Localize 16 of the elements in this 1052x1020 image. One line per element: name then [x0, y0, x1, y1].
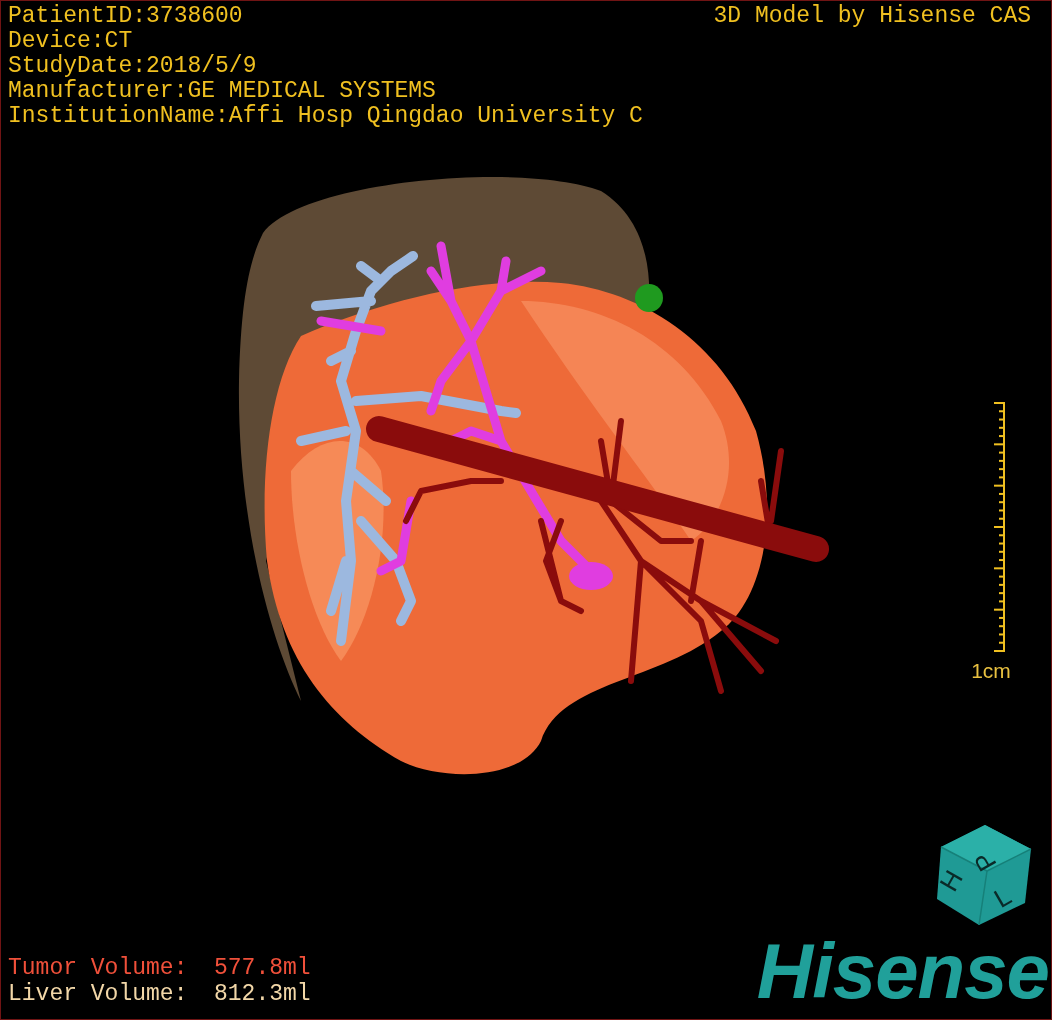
patient-info-line: Device:CT: [8, 29, 134, 54]
patient-info-line: PatientID:3738600: [8, 4, 244, 29]
cube-face-label: L: [988, 880, 1017, 914]
volume-label: Tumor Volume:: [8, 955, 189, 981]
patient-info-line: InstitutionName:Affi Hosp Qingdao University C: [8, 104, 643, 129]
scale-label: 1cm: [971, 659, 1011, 683]
cube-face-label: P: [967, 846, 1003, 877]
patient-info-line: StudyDate:2018/5/9: [8, 54, 258, 79]
cube-face-label: H: [933, 864, 969, 897]
liver-model-drawing[interactable]: [239, 177, 829, 775]
volume-label: Liver Volume:: [8, 981, 189, 1007]
patient-info-line: Manufacturer:GE MEDICAL SYSTEMS: [8, 79, 437, 104]
model-title: 3D Model by Hisense CAS: [713, 4, 1031, 29]
volume-value: 577.8ml: [214, 955, 311, 981]
volume-value: 812.3ml: [214, 981, 311, 1007]
brand-logo: Hisense: [756, 931, 1050, 1011]
